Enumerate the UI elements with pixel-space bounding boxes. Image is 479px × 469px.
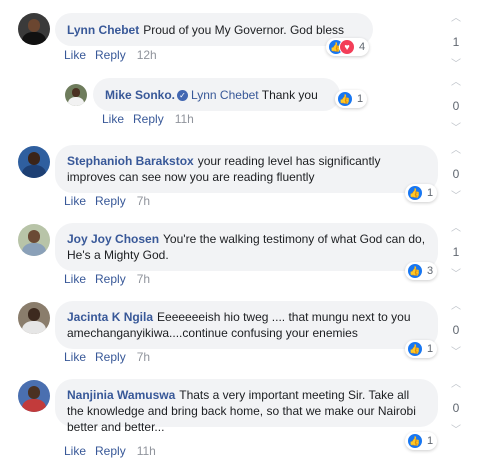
comment-actions: Like Reply 7h: [64, 272, 150, 286]
downvote-arrow-icon[interactable]: ﹀: [446, 348, 466, 358]
comment-text: Thank you: [261, 88, 318, 102]
reaction-count: 1: [427, 343, 434, 355]
like-button[interactable]: Like: [102, 112, 124, 126]
vote-widget: ︿ 0 ﹀: [446, 78, 466, 134]
like-reaction-icon: 👍: [407, 263, 423, 279]
comment-actions: Like Reply 11h: [102, 112, 194, 126]
downvote-arrow-icon[interactable]: ﹀: [446, 426, 466, 436]
comment-author[interactable]: Nanjinia Wamuswa: [67, 388, 175, 402]
vote-score: 1: [452, 245, 460, 259]
comment-actions: Like Reply 7h: [64, 194, 150, 208]
like-reaction-icon: 👍: [407, 341, 423, 357]
vote-score: 0: [452, 323, 460, 337]
vote-score: 0: [452, 167, 460, 181]
vote-score: 0: [452, 401, 460, 415]
reaction-count: 1: [427, 187, 434, 199]
like-reaction-icon: 👍: [407, 185, 423, 201]
comment-bubble: Joy Joy Chosen You're the walking testimo…: [55, 223, 438, 271]
reply-button[interactable]: Reply: [95, 194, 126, 208]
avatar[interactable]: [18, 224, 50, 256]
timestamp[interactable]: 7h: [137, 272, 150, 286]
comment-stephanioh-barakstox: Stephanioh Barakstox your reading level h…: [0, 140, 479, 215]
comment-nanjinia-wamuswa: Nanjinia Wamuswa Thats a very important m…: [0, 374, 479, 469]
upvote-arrow-icon[interactable]: ︿: [446, 14, 466, 24]
comment-actions: Like Reply 7h: [64, 350, 150, 364]
reaction-count: 3: [427, 265, 434, 277]
downvote-arrow-icon[interactable]: ﹀: [446, 192, 466, 202]
reply-button[interactable]: Reply: [133, 112, 164, 126]
like-reaction-icon: 👍: [337, 91, 353, 107]
downvote-arrow-icon[interactable]: ﹀: [446, 270, 466, 280]
reaction-summary[interactable]: 👍 1: [335, 90, 368, 108]
vote-widget: ︿ 0 ﹀: [446, 380, 466, 436]
comment-author[interactable]: Joy Joy Chosen: [67, 232, 159, 246]
vote-widget: ︿ 1 ﹀: [446, 224, 466, 280]
avatar[interactable]: [65, 84, 87, 106]
comment-bubble: Mike Sonko. ✓ Lynn Chebet Thank you: [93, 78, 340, 111]
reply-button[interactable]: Reply: [95, 350, 126, 364]
mention-link[interactable]: Lynn Chebet: [191, 88, 259, 102]
upvote-arrow-icon[interactable]: ︿: [446, 302, 466, 312]
reaction-summary[interactable]: 👍 1: [405, 184, 438, 202]
comment-lynn-chebet: Lynn Chebet Proud of you My Governor. God…: [0, 0, 479, 70]
reply-mike-sonko: Mike Sonko. ✓ Lynn Chebet Thank you 👍 1 Lik…: [0, 70, 479, 134]
reply-button[interactable]: Reply: [95, 272, 126, 286]
avatar[interactable]: [18, 302, 50, 334]
avatar[interactable]: [18, 146, 50, 178]
timestamp[interactable]: 7h: [137, 350, 150, 364]
timestamp[interactable]: 7h: [137, 194, 150, 208]
comment-jacinta-k-ngila: Jacinta K Ngila Eeeeeeeish hio tweg .... …: [0, 296, 479, 371]
comment-bubble: Lynn Chebet Proud of you My Governor. God…: [55, 13, 373, 46]
comment-author[interactable]: Stephanioh Barakstox: [67, 154, 194, 168]
upvote-arrow-icon[interactable]: ︿: [446, 224, 466, 234]
vote-widget: ︿ 0 ﹀: [446, 146, 466, 202]
comment-bubble: Stephanioh Barakstox your reading level h…: [55, 145, 438, 193]
comment-bubble: Nanjinia Wamuswa Thats a very important m…: [55, 379, 438, 434]
like-button[interactable]: Like: [64, 444, 86, 458]
comment-author[interactable]: Mike Sonko.: [105, 88, 175, 102]
timestamp[interactable]: 11h: [137, 444, 156, 458]
reply-button[interactable]: Reply: [95, 444, 126, 458]
vote-score: 1: [452, 35, 460, 49]
reaction-count: 1: [427, 435, 434, 447]
upvote-arrow-icon[interactable]: ︿: [446, 78, 466, 88]
love-reaction-icon: ♥: [339, 39, 355, 55]
comment-actions: Like Reply 11h: [64, 444, 156, 458]
vote-widget: ︿ 1 ﹀: [446, 14, 466, 70]
vote-widget: ︿ 0 ﹀: [446, 302, 466, 358]
comment-text: Proud of you My Governor. God bless: [143, 23, 344, 37]
reaction-summary[interactable]: 👍 1: [405, 432, 438, 450]
avatar[interactable]: [18, 380, 50, 412]
like-button[interactable]: Like: [64, 48, 86, 62]
verified-badge-icon: ✓: [177, 90, 189, 102]
reply-button[interactable]: Reply: [95, 48, 126, 62]
reaction-summary[interactable]: 👍 ♥ 4: [326, 38, 370, 56]
comment-author[interactable]: Jacinta K Ngila: [67, 310, 153, 324]
downvote-arrow-icon[interactable]: ﹀: [446, 124, 466, 134]
comment-joy-joy-chosen: Joy Joy Chosen You're the walking testimo…: [0, 218, 479, 293]
timestamp[interactable]: 11h: [175, 112, 194, 126]
like-reaction-icon: 👍: [407, 433, 423, 449]
reaction-count: 1: [357, 93, 364, 105]
vote-score: 0: [452, 99, 460, 113]
comment-actions: Like Reply 12h: [64, 48, 157, 62]
reaction-summary[interactable]: 👍 1: [405, 340, 438, 358]
timestamp[interactable]: 12h: [137, 48, 157, 62]
upvote-arrow-icon[interactable]: ︿: [446, 146, 466, 156]
reaction-count: 4: [359, 41, 366, 53]
reaction-summary[interactable]: 👍 3: [405, 262, 438, 280]
like-button[interactable]: Like: [64, 272, 86, 286]
downvote-arrow-icon[interactable]: ﹀: [446, 60, 466, 70]
upvote-arrow-icon[interactable]: ︿: [446, 380, 466, 390]
like-button[interactable]: Like: [64, 350, 86, 364]
comment-bubble: Jacinta K Ngila Eeeeeeeish hio tweg .... …: [55, 301, 438, 349]
avatar[interactable]: [18, 13, 50, 45]
like-button[interactable]: Like: [64, 194, 86, 208]
comment-author[interactable]: Lynn Chebet: [67, 23, 139, 37]
